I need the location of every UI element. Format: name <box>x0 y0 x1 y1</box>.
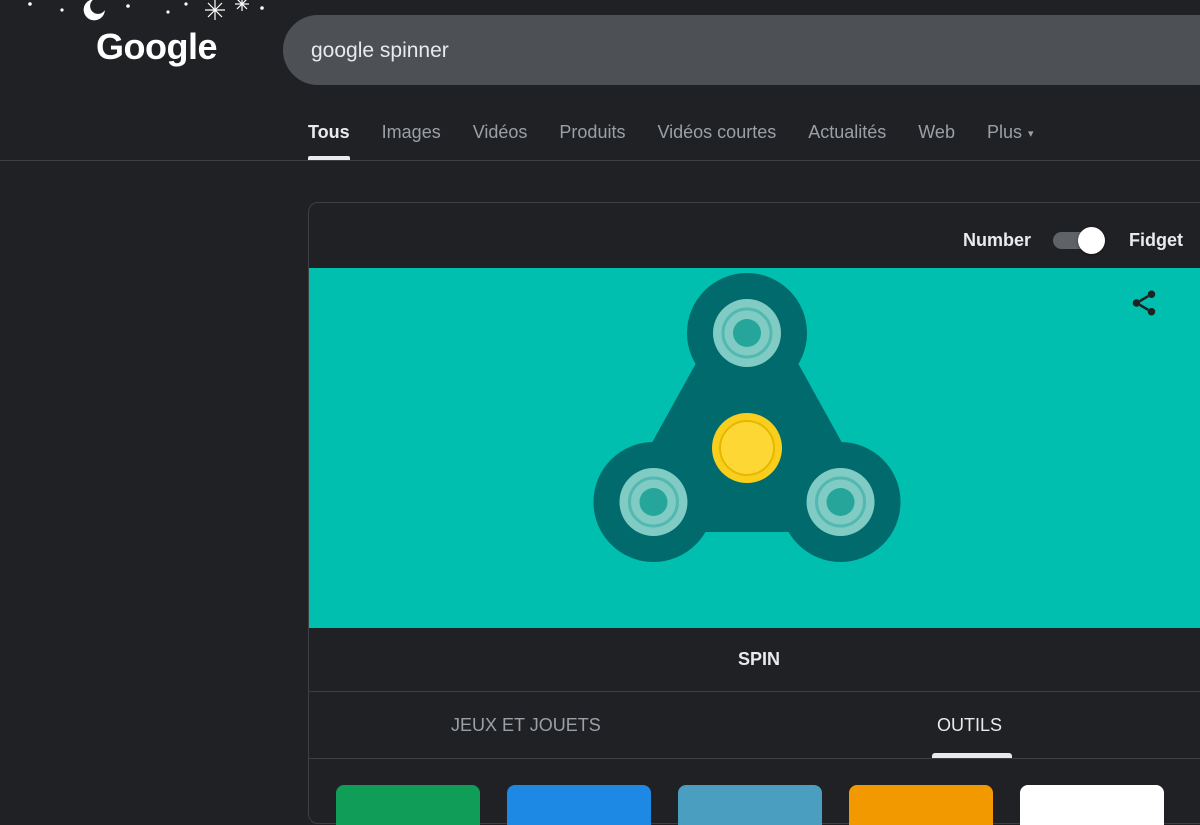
toggle-knob <box>1078 227 1105 254</box>
category-tabs: JEUX ET JOUETS OUTILS <box>309 692 1200 759</box>
google-doodle-logo[interactable]: Google <box>0 0 280 90</box>
search-input[interactable] <box>309 15 1193 87</box>
tab-jeux-et-jouets[interactable]: JEUX ET JOUETS <box>451 692 601 758</box>
tab-videos-courtes[interactable]: Vidéos courtes <box>657 112 776 160</box>
mode-toggle-switch[interactable] <box>1053 227 1105 254</box>
fidget-spinner-icon[interactable] <box>309 268 1200 628</box>
toggle-label-fidget[interactable]: Fidget <box>1129 230 1183 251</box>
tool-tile-2[interactable] <box>507 785 651 825</box>
spinner-widget-card: Number Fidget SPIN JEUX ET JOUETS OUTILS <box>308 202 1200 824</box>
center-cap-inner <box>719 420 775 476</box>
bearing-inner-1 <box>733 319 761 347</box>
caret-down-icon: ▾ <box>1027 128 1034 140</box>
header-divider <box>0 160 1200 161</box>
tool-tile-3[interactable] <box>678 785 822 825</box>
bearing-inner-2 <box>639 488 668 516</box>
mode-toggle-row: Number Fidget <box>963 225 1183 255</box>
share-icon[interactable] <box>1129 288 1159 318</box>
search-tabs: Tous Images Vidéos Produits Vidéos court… <box>308 112 1066 160</box>
tool-tile-4[interactable] <box>849 785 993 825</box>
tab-images[interactable]: Images <box>382 112 441 160</box>
spinner-body <box>593 273 901 562</box>
active-tab-indicator <box>932 753 1012 758</box>
spinner-canvas[interactable] <box>309 268 1200 628</box>
tab-outils[interactable]: OUTILS <box>937 692 1002 758</box>
spin-button[interactable]: SPIN <box>309 628 1200 692</box>
tab-plus[interactable]: Plus ▾ <box>987 112 1034 160</box>
tab-produits[interactable]: Produits <box>559 112 625 160</box>
tab-videos[interactable]: Vidéos <box>473 112 528 160</box>
bearing-inner-3 <box>826 488 855 516</box>
tool-tile-5[interactable] <box>1020 785 1164 825</box>
tab-web[interactable]: Web <box>918 112 955 160</box>
tool-tile-1[interactable] <box>336 785 480 825</box>
toggle-label-number[interactable]: Number <box>963 230 1031 251</box>
tab-actualites[interactable]: Actualités <box>808 112 886 160</box>
logo-text: Google <box>96 26 218 67</box>
tab-plus-label: Plus <box>986 122 1022 142</box>
search-bar[interactable] <box>283 15 1200 87</box>
tab-tous[interactable]: Tous <box>308 112 350 160</box>
